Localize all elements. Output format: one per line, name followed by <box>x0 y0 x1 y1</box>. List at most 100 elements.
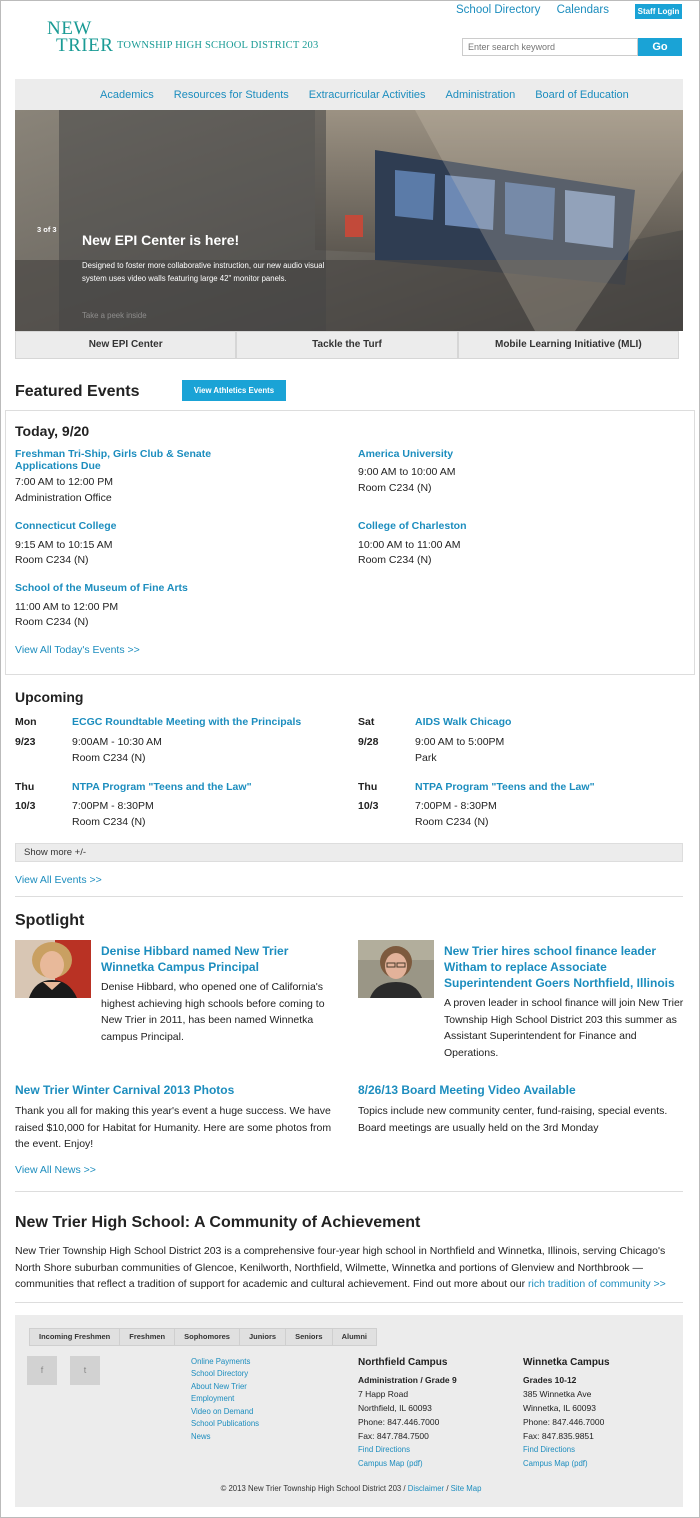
upcoming-event-title[interactable]: ECGC Roundtable Meeting with the Princip… <box>72 716 301 728</box>
slide-tabs: New EPI Center Tackle the Turf Mobile Le… <box>15 331 679 359</box>
community-text: New Trier Township High School District … <box>15 1243 687 1293</box>
divider <box>15 1191 683 1192</box>
upcoming-event-time: 7:00PM - 8:30PM <box>72 800 154 812</box>
hero-link[interactable]: Take a peek inside <box>82 311 147 320</box>
facebook-icon[interactable]: f <box>27 1356 57 1385</box>
site-map-link[interactable]: Site Map <box>451 1484 482 1493</box>
spotlight-title-link[interactable]: Denise Hibbard named New Trier Winnetka … <box>101 943 341 975</box>
search-input[interactable] <box>462 38 638 56</box>
footer-link-news[interactable]: News <box>191 1432 211 1441</box>
today-title: Today, 9/20 <box>15 423 90 439</box>
upcoming-date: 10/3 <box>15 800 36 812</box>
copyright-separator: / <box>446 1484 449 1493</box>
school-directory-link[interactable]: School Directory <box>456 4 540 16</box>
event-title[interactable]: College of Charleston <box>358 520 467 532</box>
spotlight-text: A proven leader in school finance will j… <box>444 997 684 1059</box>
footer-link-about[interactable]: About New Trier <box>191 1382 247 1391</box>
campus-phone: Phone: 847.446.7000 <box>358 1417 440 1427</box>
show-more-toggle[interactable]: Show more +/- <box>15 843 683 862</box>
footer-link-school-publications[interactable]: School Publications <box>191 1419 259 1428</box>
spotlight-title-link[interactable]: New Trier hires school finance leader Wi… <box>444 943 684 991</box>
upcoming-day: Sat <box>358 716 375 728</box>
event-title[interactable]: Connecticut College <box>15 520 117 532</box>
view-all-news-link[interactable]: View All News >> <box>15 1164 96 1176</box>
event-time: 9:00 AM to 10:00 AM <box>358 466 456 478</box>
hero-caption-panel <box>59 110 326 331</box>
event-time: 11:00 AM to 12:00 PM <box>15 601 119 613</box>
nav-board-of-education[interactable]: Board of Education <box>535 89 629 101</box>
upcoming-day: Mon <box>15 716 37 728</box>
upcoming-date: 9/28 <box>358 736 379 748</box>
northfield-directions-link[interactable]: Find Directions <box>358 1445 410 1454</box>
search-go-button[interactable]: Go <box>638 38 682 56</box>
event-title[interactable]: Freshman Tri-Ship, Girls Club & Senate A… <box>15 448 275 472</box>
view-all-events-link[interactable]: View All Events >> <box>15 874 102 886</box>
campus-city: Winnetka, IL 60093 <box>523 1403 596 1413</box>
utility-links: School Directory Calendars <box>443 4 609 16</box>
upcoming-event-place: Park <box>415 752 437 764</box>
spotlight-photo-hibbard[interactable] <box>15 940 91 998</box>
divider <box>15 1302 683 1303</box>
upcoming-event-time: 9:00 AM to 5:00PM <box>415 736 505 748</box>
upcoming-event-time: 9:00AM - 10:30 AM <box>72 736 162 748</box>
view-all-today-link[interactable]: View All Today's Events >> <box>15 644 140 656</box>
footer-link-video-on-demand[interactable]: Video on Demand <box>191 1407 253 1416</box>
nav-extracurricular-activities[interactable]: Extracurricular Activities <box>309 89 426 101</box>
campus-fax: Fax: 847.835.9851 <box>523 1431 594 1441</box>
event-place: Room C234 (N) <box>358 554 432 566</box>
upcoming-event-title[interactable]: AIDS Walk Chicago <box>415 716 511 728</box>
upcoming-event-place: Room C234 (N) <box>72 752 146 764</box>
divider <box>15 896 683 897</box>
upcoming-date: 10/3 <box>358 800 379 812</box>
footer-tab-freshmen[interactable]: Freshmen <box>119 1328 176 1346</box>
spotlight-title-link[interactable]: 8/26/13 Board Meeting Video Available <box>358 1082 576 1098</box>
featured-events-title: Featured Events <box>15 383 140 400</box>
upcoming-event-time: 7:00PM - 8:30PM <box>415 800 497 812</box>
view-athletics-events-button[interactable]: View Athletics Events <box>182 380 286 401</box>
footer-tab-incoming-freshmen[interactable]: Incoming Freshmen <box>29 1328 121 1346</box>
hero-slideshow[interactable]: 3 of 3 New EPI Center is here! Designed … <box>15 110 683 331</box>
nav-administration[interactable]: Administration <box>446 89 516 101</box>
event-place: Room C234 (N) <box>15 554 89 566</box>
slide-counter: 3 of 3 <box>37 225 57 234</box>
upcoming-day: Thu <box>15 781 35 793</box>
footer-audience-tabs: Incoming Freshmen Freshmen Sophomores Ju… <box>29 1328 377 1346</box>
event-title[interactable]: America University <box>358 448 453 460</box>
northfield-campus-sub: Administration / Grade 9 <box>358 1375 457 1385</box>
event-title[interactable]: School of the Museum of Fine Arts <box>15 582 188 594</box>
footer-tab-alumni[interactable]: Alumni <box>331 1328 377 1346</box>
campus-fax: Fax: 847.784.7500 <box>358 1431 429 1441</box>
hero-title: New EPI Center is here! <box>82 232 240 248</box>
footer-tab-seniors[interactable]: Seniors <box>285 1328 333 1346</box>
nav-resources-for-students[interactable]: Resources for Students <box>174 89 289 101</box>
slide-tab-tackle-the-turf[interactable]: Tackle the Turf <box>236 331 458 359</box>
campus-address: 7 Happ Road <box>358 1389 409 1399</box>
winnetka-map-link[interactable]: Campus Map (pdf) <box>523 1459 588 1468</box>
upcoming-event-title[interactable]: NTPA Program "Teens and the Law" <box>415 781 595 793</box>
footer-tab-juniors[interactable]: Juniors <box>238 1328 287 1346</box>
twitter-icon[interactable]: t <box>70 1356 100 1385</box>
disclaimer-link[interactable]: Disclaimer <box>408 1484 444 1493</box>
slide-tab-mli[interactable]: Mobile Learning Initiative (MLI) <box>457 331 679 359</box>
northfield-map-link[interactable]: Campus Map (pdf) <box>358 1459 423 1468</box>
northfield-campus-title: Northfield Campus <box>358 1357 448 1368</box>
footer-link-school-directory[interactable]: School Directory <box>191 1369 248 1378</box>
event-time: 10:00 AM to 11:00 AM <box>358 539 461 551</box>
campus-address: 385 Winnetka Ave <box>523 1389 592 1399</box>
nav-academics[interactable]: Academics <box>100 89 154 101</box>
footer-tab-sophomores[interactable]: Sophomores <box>174 1328 240 1346</box>
staff-login-button[interactable]: Staff Login <box>635 4 682 19</box>
footer-link-employment[interactable]: Employment <box>191 1394 234 1403</box>
logo-district: TOWNSHIP HIGH SCHOOL DISTRICT 203 <box>117 40 319 51</box>
campus-phone: Phone: 847.446.7000 <box>523 1417 605 1427</box>
rich-tradition-link[interactable]: rich tradition of community >> <box>528 1278 666 1290</box>
upcoming-event-title[interactable]: NTPA Program "Teens and the Law" <box>72 781 252 793</box>
spotlight-title-link[interactable]: New Trier Winter Carnival 2013 Photos <box>15 1082 234 1098</box>
winnetka-directions-link[interactable]: Find Directions <box>523 1445 575 1454</box>
spotlight-title: Spotlight <box>15 912 85 929</box>
spotlight-photo-witham[interactable] <box>358 940 434 998</box>
logo-new: NEW <box>47 18 92 39</box>
footer-link-online-payments[interactable]: Online Payments <box>191 1357 250 1366</box>
slide-tab-epi-center[interactable]: New EPI Center <box>15 331 237 359</box>
calendars-link[interactable]: Calendars <box>557 4 609 16</box>
